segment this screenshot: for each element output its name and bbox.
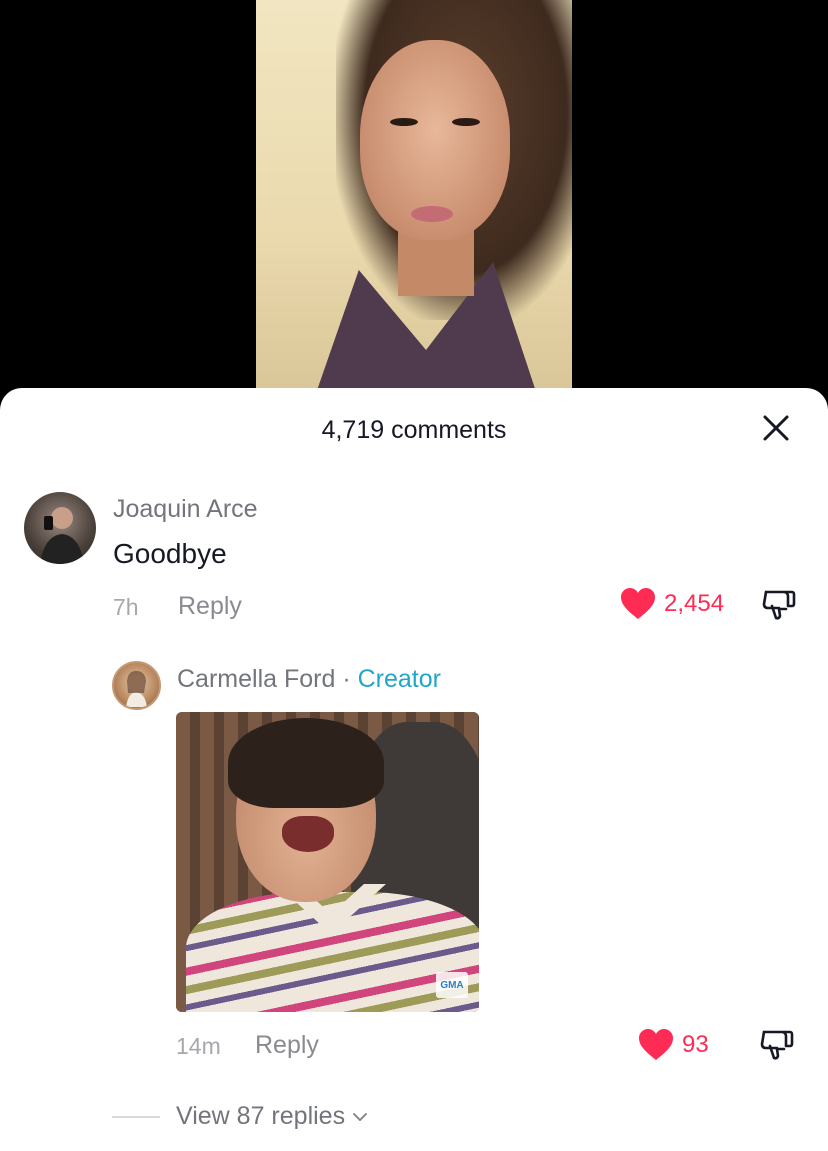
comments-count: 4,719 comments: [321, 416, 507, 444]
heart-icon: [639, 1029, 673, 1060]
avatar[interactable]: [112, 661, 161, 710]
view-replies-label: View 87 replies: [176, 1102, 346, 1130]
video-frame: [256, 0, 572, 400]
close-icon: [763, 415, 789, 441]
thumbs-down-icon: [762, 590, 796, 620]
comment-sticker-image[interactable]: GMA: [176, 712, 479, 1012]
reply-button[interactable]: Reply: [178, 592, 242, 621]
gma-watermark-logo: GMA: [436, 972, 468, 998]
creator-username[interactable]: Carmella Ford: [177, 665, 335, 693]
reply-button[interactable]: Reply: [255, 1031, 319, 1060]
like-button[interactable]: 93: [638, 1028, 709, 1062]
video-player[interactable]: [0, 0, 828, 400]
comments-header: 4,719 comments: [0, 388, 828, 470]
like-count: 2,454: [664, 590, 725, 617]
close-button[interactable]: [760, 412, 792, 444]
creator-badge: Creator: [357, 665, 441, 693]
comment-time: 14m: [176, 1033, 221, 1059]
thumbs-down-icon: [760, 1030, 794, 1060]
comment-text: Goodbye: [113, 538, 227, 569]
comment-username[interactable]: Joaquin Arce: [113, 495, 258, 524]
dislike-button[interactable]: [762, 588, 796, 622]
dislike-button[interactable]: [760, 1028, 794, 1062]
comment-username: Carmella Ford · Creator: [177, 665, 441, 694]
comment-time: 7h: [113, 594, 139, 620]
avatar[interactable]: [24, 492, 96, 564]
chevron-down-icon: [353, 1112, 368, 1121]
divider-line: [112, 1115, 160, 1118]
like-count: 93: [682, 1031, 709, 1058]
separator-dot: ·: [342, 665, 351, 693]
like-button[interactable]: 2,454: [620, 587, 724, 621]
heart-icon: [621, 588, 655, 619]
comments-sheet: 4,719 comments Joaquin Arce Goodbye 7h R…: [0, 388, 828, 1151]
view-replies-button[interactable]: View 87 replies: [112, 1102, 369, 1131]
